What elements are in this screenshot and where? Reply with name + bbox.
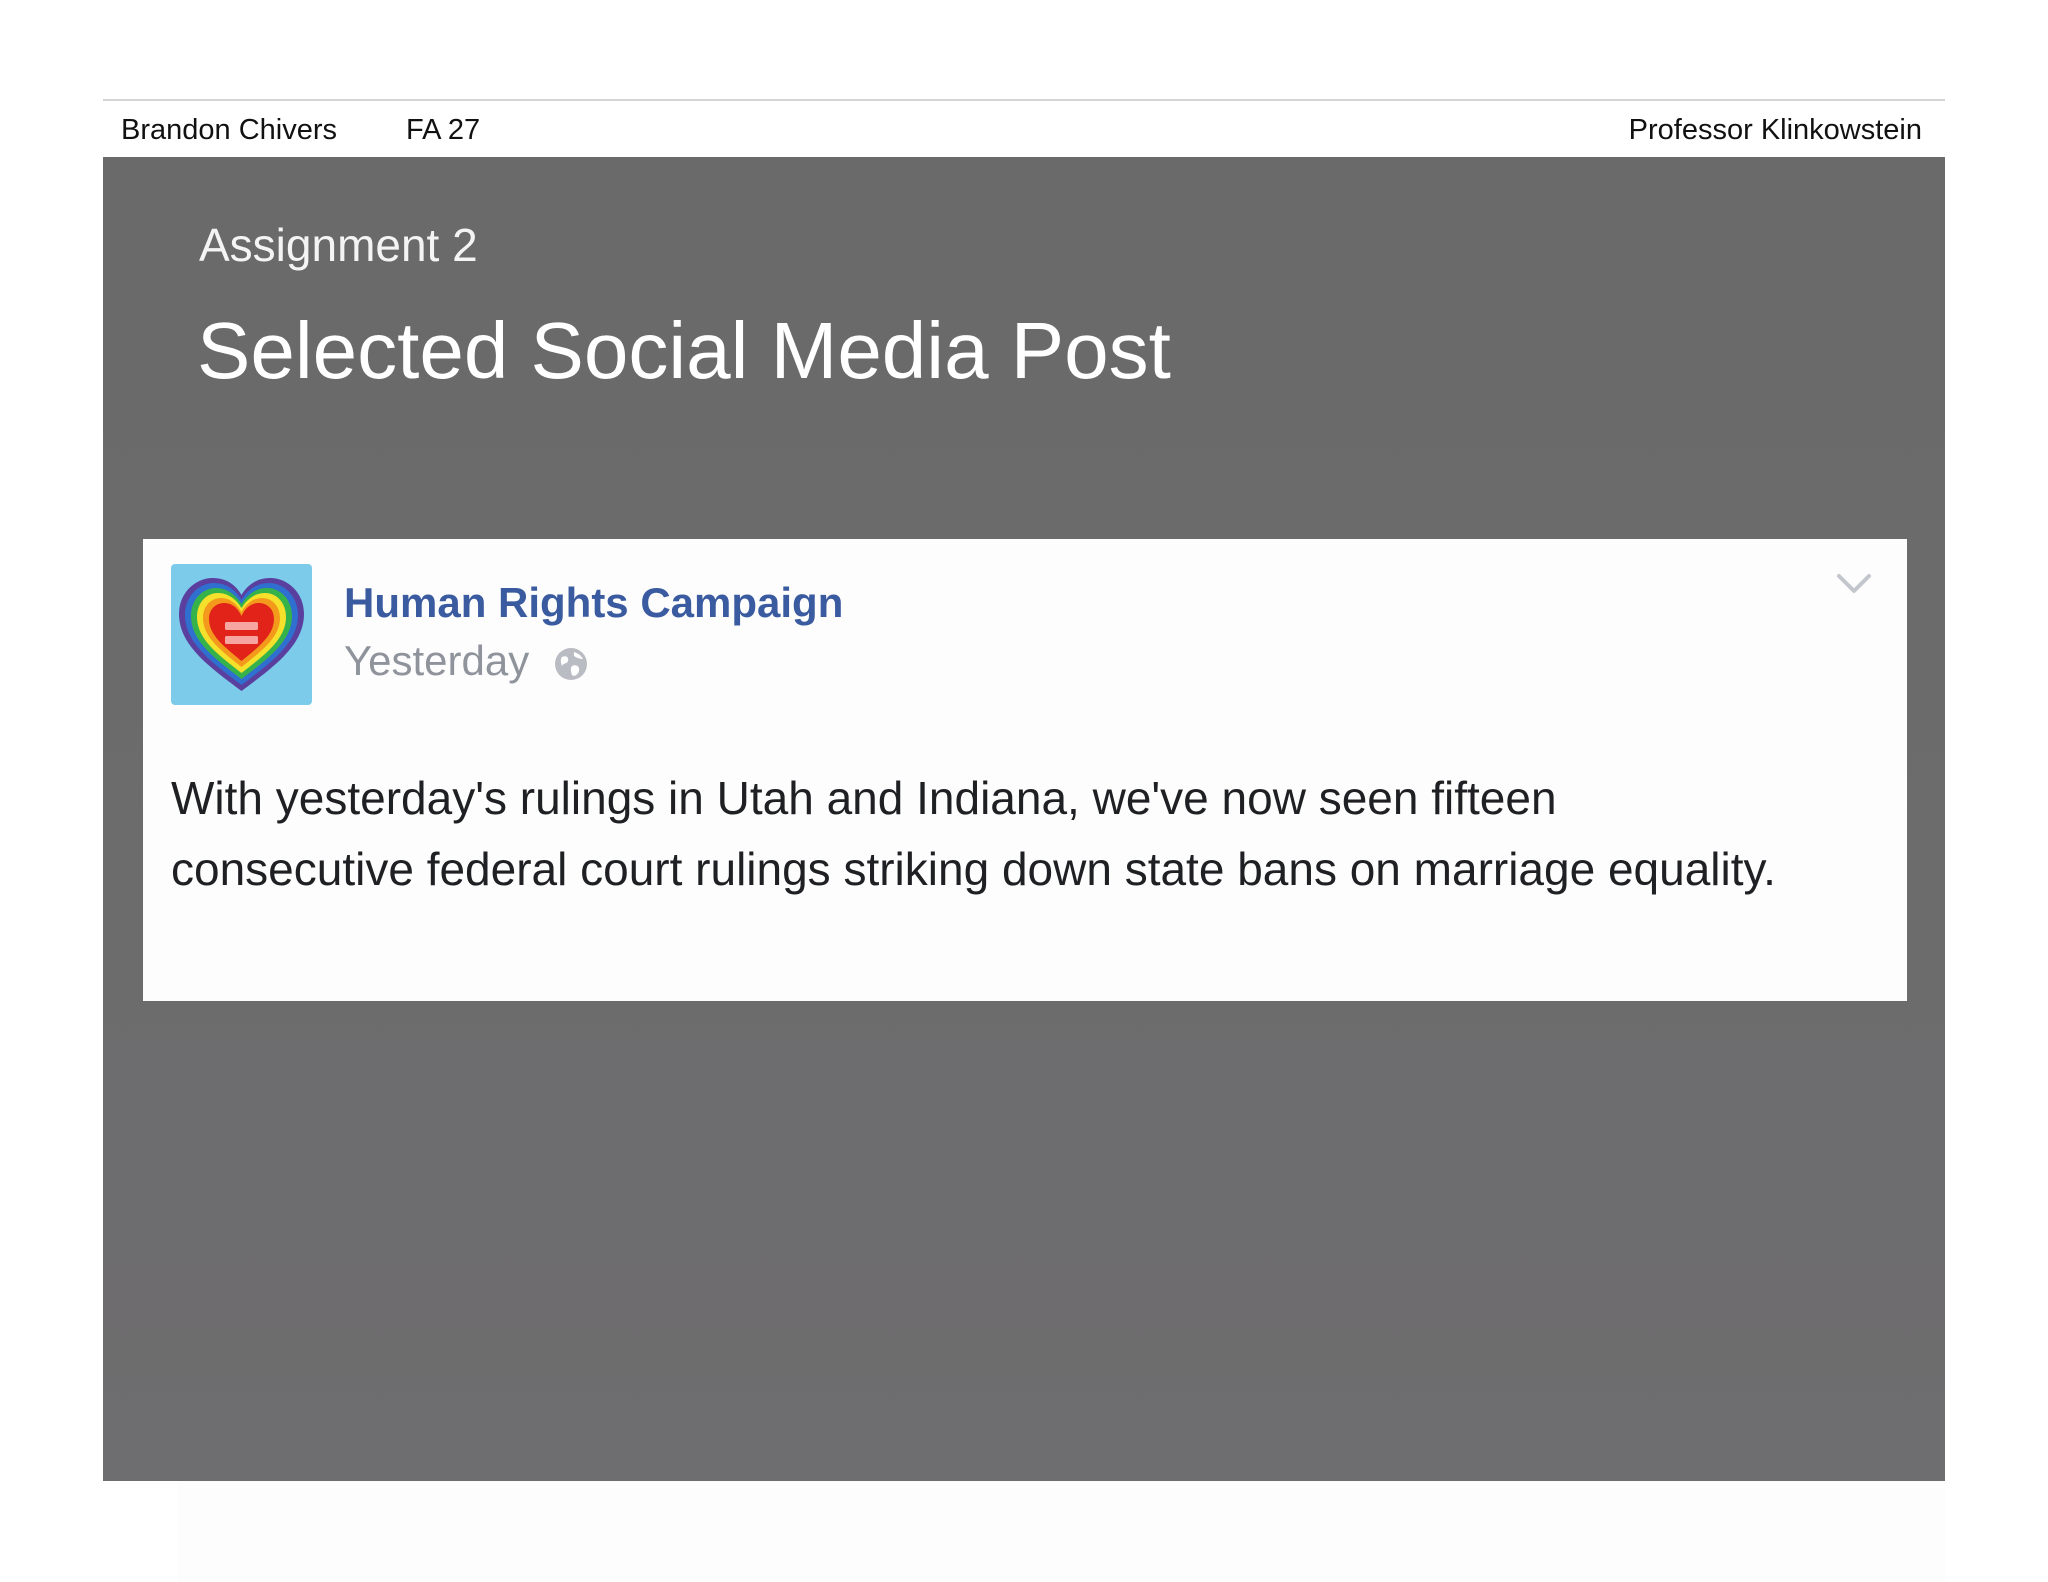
assignment-label: Assignment 2 bbox=[199, 219, 478, 271]
post-body-text: With yesterday's rulings in Utah and Ind… bbox=[171, 772, 1776, 895]
slide-panel: Assignment 2 Selected Social Media Post … bbox=[103, 157, 1945, 1481]
page-name-link[interactable]: Human Rights Campaign bbox=[344, 577, 843, 629]
chevron-down-icon[interactable] bbox=[1835, 571, 1873, 597]
globe-icon bbox=[555, 648, 588, 680]
post-meta: Yesterday bbox=[344, 635, 589, 687]
rainbow-heart-equality-logo bbox=[179, 578, 304, 691]
social-post-card: Human Rights Campaign Yesterday With yes… bbox=[143, 539, 1907, 1001]
slide-title: Selected Social Media Post bbox=[197, 306, 1171, 395]
post-timestamp[interactable]: Yesterday bbox=[344, 635, 529, 687]
author-name: Brandon Chivers bbox=[121, 114, 337, 146]
instructor-name: Professor Klinkowstein bbox=[1628, 114, 1922, 146]
page-avatar[interactable] bbox=[171, 564, 312, 705]
page-footer-area bbox=[178, 1481, 1945, 1582]
course-code: FA 27 bbox=[406, 114, 481, 146]
